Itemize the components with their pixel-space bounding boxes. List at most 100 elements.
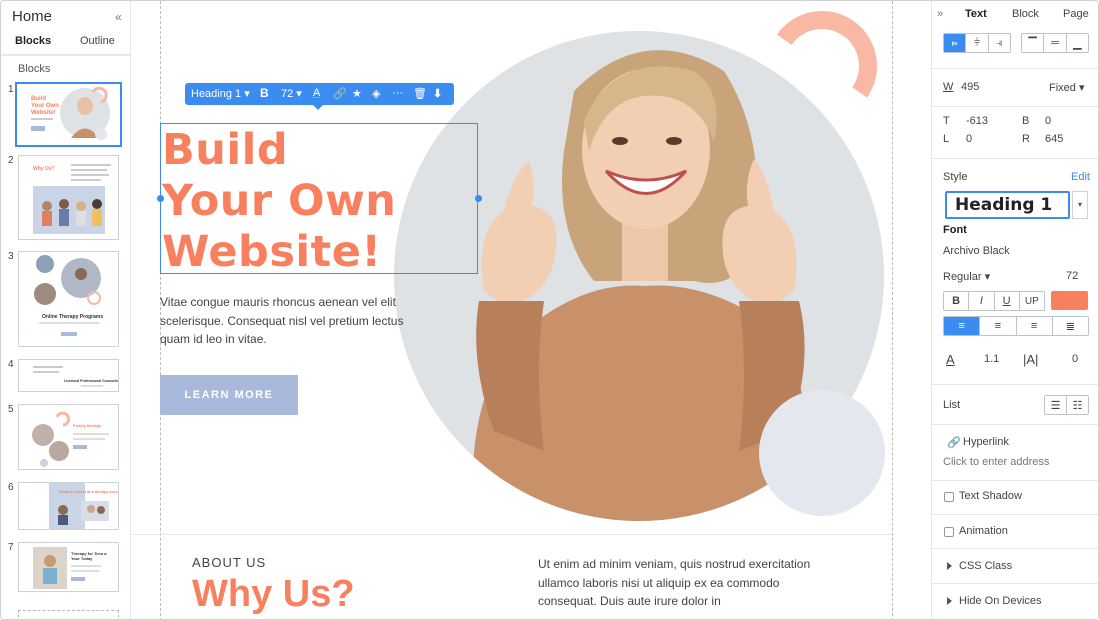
line-height-input[interactable]: 1.1	[984, 353, 999, 365]
section-divider	[132, 534, 892, 535]
thumbnail-number: 5	[8, 404, 14, 415]
text-color-icon[interactable]: A	[313, 87, 320, 99]
underline-button[interactable]: U	[995, 292, 1020, 310]
blocks-section-label: Blocks	[18, 63, 51, 75]
font-size-dropdown[interactable]: 72 ▾	[281, 87, 302, 100]
block-thumbnail[interactable]: Build Your Own Website!	[15, 82, 122, 147]
link-icon: 🔗	[947, 437, 961, 449]
headline-line: Build	[162, 125, 289, 175]
text-shadow-label: Text Shadow	[959, 490, 1022, 502]
bold-button[interactable]: B	[944, 292, 970, 310]
uppercase-button[interactable]: UP	[1020, 292, 1044, 310]
more-icon[interactable]: ···	[392, 87, 403, 99]
width-mode-label: Fixed	[1049, 82, 1076, 94]
align-right-icon[interactable]: ⫣	[989, 34, 1010, 52]
font-weight-dropdown[interactable]: Regular ▾	[943, 270, 990, 283]
tab-block[interactable]: Block	[1012, 8, 1039, 20]
hyperlink-input[interactable]: Click to enter address	[943, 456, 1049, 468]
svg-text:Your Today: Your Today	[71, 556, 93, 561]
block-thumbnail[interactable]: Family therapy	[18, 404, 119, 470]
css-class-section[interactable]: CSS Class	[932, 549, 1098, 584]
text-color-swatch[interactable]	[1051, 291, 1088, 310]
style-dropdown[interactable]: Heading 1 ▾	[191, 87, 250, 100]
block-thumbnail[interactable]: What to expect at a therapy session	[18, 482, 119, 530]
hyperlink-section: 🔗 Hyperlink Click to enter address	[932, 425, 1098, 481]
style-select[interactable]: Heading 1	[945, 191, 1070, 219]
right-input[interactable]: 645	[1045, 133, 1063, 145]
bullet-list-icon[interactable]: ☰	[1045, 396, 1067, 414]
text-align-justify-icon[interactable]: ≣	[1053, 317, 1088, 335]
thumbnail-preview: Licensed Professional Counselors	[33, 366, 119, 387]
svg-text:What to expect at a therapy se: What to expect at a therapy session	[59, 490, 119, 494]
tab-text[interactable]: Text	[965, 8, 987, 20]
text-shadow-checkbox[interactable]	[944, 492, 954, 502]
align-center-icon[interactable]: ⫩	[966, 34, 989, 52]
thumbnail-number: 6	[8, 482, 14, 493]
list-label: List	[943, 399, 961, 411]
width-mode-dropdown[interactable]: Fixed ▾	[1049, 81, 1084, 94]
left-input[interactable]: 0	[966, 133, 972, 145]
horizontal-align-group: ⫢ ⫩ ⫣	[943, 33, 1011, 53]
tab-page[interactable]: Page	[1063, 8, 1089, 20]
expand-triangle-icon	[947, 562, 952, 570]
thumbnail-number: 1	[8, 84, 14, 95]
link-icon[interactable]: 🔗	[333, 87, 347, 100]
top-input[interactable]: -613	[966, 115, 988, 127]
learn-more-button[interactable]: LEARN MORE	[160, 375, 298, 415]
eraser-icon[interactable]: ◈	[372, 87, 380, 100]
properties-tabs: » Text Block Page	[932, 1, 1098, 27]
star-icon[interactable]: ★	[352, 87, 362, 100]
move-down-icon[interactable]: ⬇	[433, 87, 442, 100]
text-align-center-icon[interactable]: ≡	[980, 317, 1017, 335]
why-us-heading[interactable]: Why Us?	[192, 573, 355, 616]
thumbnail-preview: Build Your Own Website!	[17, 84, 120, 145]
hero-headline[interactable]: Build Your Own Website!	[162, 125, 396, 278]
text-align-left-icon[interactable]: ≡	[944, 317, 981, 335]
align-top-icon[interactable]: ▔	[1022, 34, 1045, 52]
tab-outline[interactable]: Outline	[80, 35, 115, 47]
align-middle-icon[interactable]: ═	[1044, 34, 1067, 52]
thumbnail-number: 3	[8, 251, 14, 262]
block-thumbnail[interactable]: Online Therapy Programs	[18, 251, 119, 347]
vertical-align-group: ▔ ═ ▁	[1021, 33, 1089, 53]
hero-paragraph[interactable]: Vitae congue mauris rhoncus aenean vel e…	[160, 293, 430, 349]
delete-icon[interactable]: 🗑	[413, 87, 427, 100]
about-label[interactable]: ABOUT US	[192, 555, 266, 570]
svg-text:Licensed Professional Counselo: Licensed Professional Counselors	[64, 379, 119, 383]
tab-blocks[interactable]: Blocks	[15, 35, 51, 47]
italic-button[interactable]: I	[969, 292, 995, 310]
double-chevron-left-icon[interactable]: «	[115, 10, 122, 24]
align-left-icon[interactable]: ⫢	[944, 34, 967, 52]
edit-style-link[interactable]: Edit	[1071, 171, 1090, 183]
align-bottom-icon[interactable]: ▁	[1067, 34, 1088, 52]
thumbnail-number: 7	[8, 542, 14, 553]
editor-canvas[interactable]: Build Your Own Website! Heading 1 ▾ B 72…	[132, 1, 931, 619]
bottom-label: B	[1022, 115, 1030, 127]
svg-text:Your Own: Your Own	[31, 103, 59, 109]
double-chevron-right-icon[interactable]: »	[937, 8, 943, 20]
width-section: W 495 Fixed ▾	[932, 69, 1098, 107]
chevron-down-icon[interactable]: ▾	[1072, 191, 1088, 219]
bold-button[interactable]: B	[260, 86, 269, 100]
headline-line: Your Own	[162, 176, 397, 226]
numbered-list-icon[interactable]: ☷	[1067, 396, 1088, 414]
font-size-input[interactable]: 72	[1066, 270, 1078, 282]
block-thumbnail[interactable]: Why Us?	[18, 155, 119, 240]
text-align-right-icon[interactable]: ≡	[1017, 317, 1053, 335]
thumbnail-preview: What to expect at a therapy session	[49, 483, 119, 529]
block-thumbnail[interactable]: Therapy for Teen a Your Today	[18, 542, 119, 592]
hide-devices-section[interactable]: Hide On Devices	[932, 584, 1098, 619]
letter-spacing-input[interactable]: 0	[1072, 353, 1078, 365]
add-block-placeholder[interactable]	[18, 610, 119, 619]
animation-checkbox[interactable]	[944, 527, 954, 537]
block-thumbnail[interactable]: Licensed Professional Counselors	[18, 359, 119, 392]
resize-handle-right[interactable]	[475, 195, 482, 202]
left-panel: Home « Blocks Outline Blocks 1 Build You…	[1, 1, 131, 619]
width-input[interactable]: 495	[961, 81, 979, 93]
style-label: Style	[943, 171, 968, 183]
hyperlink-label: Hyperlink	[963, 436, 1009, 448]
thumbnail-preview: Family therapy	[32, 411, 109, 467]
bottom-input[interactable]: 0	[1045, 115, 1051, 127]
font-family-select[interactable]: Archivo Black	[943, 245, 1010, 257]
about-paragraph[interactable]: Ut enim ad minim veniam, quis nostrud ex…	[538, 555, 813, 611]
